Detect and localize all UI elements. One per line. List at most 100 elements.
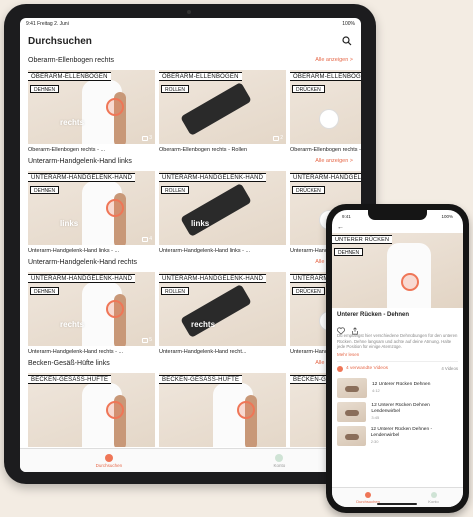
section: Becken-Gesäß-Hüfte linksAlle anzeigen >B…	[20, 355, 361, 447]
item-duration: 3:45	[371, 415, 380, 421]
account-icon	[275, 453, 284, 462]
card-category: OBERARM-ELLENBOGEN	[159, 72, 242, 81]
back-button[interactable]: ←	[332, 223, 463, 233]
side-label: rechts	[191, 320, 216, 329]
massage-ball	[320, 110, 338, 128]
exercise-card[interactable]: OBERARM-ELLENBOGEN DEHNEN rechts 3 Oberarm-E…	[28, 70, 155, 153]
media-icon	[273, 135, 280, 141]
card-category: UNTERARM-HANDGELENK-HAND	[159, 274, 267, 283]
card-row: UNTERARM-HANDGELENK-HAND DEHNEN rechts 5 Unt…	[28, 272, 361, 355]
card-caption: Oberarm-Ellenbogen rechts - Rollen	[159, 147, 248, 153]
card-thumbnail: OBERARM-ELLENBOGEN DRÜCKEN	[290, 70, 361, 144]
exercise-card[interactable]: BECKEN-GESÄSS-HÜFTE	[159, 373, 286, 447]
focus-ring-icon	[106, 300, 124, 318]
foam-roller	[180, 81, 252, 137]
tab-durchsuchen[interactable]: Durchsuchen	[356, 491, 380, 504]
tab-konto[interactable]: Konto	[274, 453, 285, 468]
card-tag: ROLLEN	[161, 287, 190, 295]
section-header: Oberarm-Ellenbogen rechts Alle anzeigen >	[28, 52, 353, 68]
card-row: UNTERARM-HANDGELENK-HAND DEHNEN links 4 Unte…	[28, 171, 361, 254]
item-title: 12 Unterer Rücken Dehnen Lendenwirbel	[371, 403, 430, 415]
exercise-card[interactable]: OBERARM-ELLENBOGEN DRÜCKEN Oberarm-Ellenbo…	[290, 70, 361, 153]
foam-roller	[180, 182, 252, 238]
tab-konto[interactable]: Konto	[428, 491, 439, 504]
exercise-card[interactable]: UNTERARM-HANDGELENK-HAND DEHNEN links 4 Unte…	[28, 171, 155, 254]
card-tag: DEHNEN	[30, 287, 60, 295]
side-label: rechts	[60, 118, 85, 127]
account-icon	[430, 491, 437, 498]
media-count-badge: 5	[142, 337, 152, 343]
page-title: Durchsuchen	[28, 35, 92, 47]
video-title: Unterer Rücken - Dehnen	[337, 312, 410, 318]
video-hero[interactable]: UNTERER RÜCKEN DEHNEN	[332, 233, 463, 308]
item-title: 12 Unterer Rücken Dehnen - Lendenwirbel	[370, 427, 433, 439]
card-category: UNTERARM-HANDGELENK-HAND	[290, 173, 361, 182]
item-duration: 2:30	[370, 439, 379, 445]
focus-ring-icon	[106, 401, 124, 419]
card-thumbnail: UNTERARM-HANDGELENK-HAND ROLLEN rechts	[159, 272, 286, 346]
exercise-card[interactable]: UNTERARM-HANDGELENK-HAND DEHNEN rechts 5 Unt…	[28, 272, 155, 355]
card-caption: Oberarm-Ellenbogen rechts - ...	[290, 147, 361, 153]
related-label-group: 4 verwandte Videos	[337, 365, 388, 372]
card-caption: Unterarm-Handgelenk-Hand links - ...	[28, 248, 120, 254]
card-thumbnail: OBERARM-ELLENBOGEN DEHNEN rechts 3	[28, 70, 155, 144]
section: Oberarm-Ellenbogen rechts Alle anzeigen >…	[20, 52, 361, 153]
card-category: UNTERARM-HANDGELENK-HAND	[28, 173, 136, 182]
list-item[interactable]: 12 Unterer Rücken Dehnen - Lendenwirbel 2…	[337, 424, 458, 448]
card-tag: ROLLEN	[161, 186, 190, 194]
section: Unterarm-Handgelenk-Hand links Alle anzei…	[20, 153, 361, 254]
item-thumbnail	[337, 425, 366, 446]
list-item[interactable]: 12 Unterer Rücken Dehnen 4:12	[337, 376, 458, 400]
card-category: OBERARM-ELLENBOGEN	[290, 72, 361, 81]
iphone-screen: 9:41 100% ← UNTERER RÜCKEN DEHNEN Untere…	[332, 210, 463, 507]
home-indicator	[377, 503, 417, 505]
card-caption: Unterarm-Handgelenk-Hand recht...	[159, 349, 247, 355]
browse-icon	[104, 453, 113, 462]
tab-bar: Durchsuchen Konto	[20, 448, 361, 472]
actions	[332, 318, 463, 335]
section-header: Unterarm-Handgelenk-Hand links Alle anzei…	[28, 153, 353, 169]
share-icon[interactable]	[351, 322, 359, 335]
section-title: Becken-Gesäß-Hüfte links	[28, 359, 110, 367]
card-tag: DEHNEN	[30, 186, 60, 194]
status-time: 9:41 Freitag 2. Juni	[26, 21, 69, 27]
related-icon	[337, 365, 343, 372]
card-tag: DEHNEN	[30, 85, 60, 93]
divider	[337, 360, 458, 362]
card-category: BECKEN-GESÄSS-HÜFTE	[28, 375, 112, 384]
item-thumbnail	[337, 377, 367, 398]
sections-list: Oberarm-Ellenbogen rechts Alle anzeigen >…	[20, 52, 361, 447]
status-bar: 9:41 Freitag 2. Juni 100%	[20, 18, 361, 30]
card-thumbnail: UNTERARM-HANDGELENK-HAND DEHNEN links 4	[28, 171, 155, 245]
section: Unterarm-Handgelenk-Hand rechtsAlle anze…	[20, 254, 361, 355]
tab-label: Konto	[428, 498, 439, 504]
iphone-device: 9:41 100% ← UNTERER RÜCKEN DEHNEN Untere…	[326, 204, 469, 513]
side-label: links	[60, 219, 79, 228]
card-thumbnail: OBERARM-ELLENBOGEN ROLLEN 2	[159, 70, 286, 144]
media-count: 3	[149, 135, 152, 141]
exercise-card[interactable]: BECKEN-GESÄSS-HÜFTE	[28, 373, 155, 447]
show-all-link[interactable]: Alle anzeigen >	[315, 158, 353, 164]
ipad-device: 9:41 Freitag 2. Juni 100% Durchsuchen Ob…	[4, 4, 376, 484]
search-icon[interactable]	[341, 35, 353, 47]
read-more-link[interactable]: Mehr lesen	[332, 350, 463, 357]
media-count-badge: 2	[273, 135, 283, 141]
exercise-card[interactable]: UNTERARM-HANDGELENK-HAND ROLLEN rechts Unte…	[159, 272, 286, 355]
nav-bar: Durchsuchen	[20, 30, 361, 52]
focus-ring-icon	[401, 273, 419, 291]
item-thumbnail	[337, 401, 367, 422]
media-count-badge: 4	[142, 236, 152, 242]
exercise-card[interactable]: OBERARM-ELLENBOGEN ROLLEN 2 Oberarm-Ellenbo…	[159, 70, 286, 153]
media-count: 4	[149, 236, 152, 242]
list-item[interactable]: 12 Unterer Rücken Dehnen Lendenwirbel 3:4…	[337, 400, 458, 424]
card-caption: Unterarm-Handgelenk-Hand links - ...	[159, 248, 251, 254]
tab-durchsuchen[interactable]: Durchsuchen	[96, 453, 122, 468]
exercise-card[interactable]: UNTERARM-HANDGELENK-HAND ROLLEN links Unter…	[159, 171, 286, 254]
hero-tag: DEHNEN	[334, 248, 364, 256]
card-caption: Unterarm-Handgelenk-Hand rechts - ...	[28, 349, 124, 355]
section-title: Unterarm-Handgelenk-Hand links	[28, 157, 132, 165]
heart-icon[interactable]	[337, 322, 345, 335]
section-header: Becken-Gesäß-Hüfte linksAlle anzeigen >	[28, 355, 353, 371]
related-count: 4 Videos	[441, 366, 458, 372]
show-all-link[interactable]: Alle anzeigen >	[315, 57, 353, 63]
